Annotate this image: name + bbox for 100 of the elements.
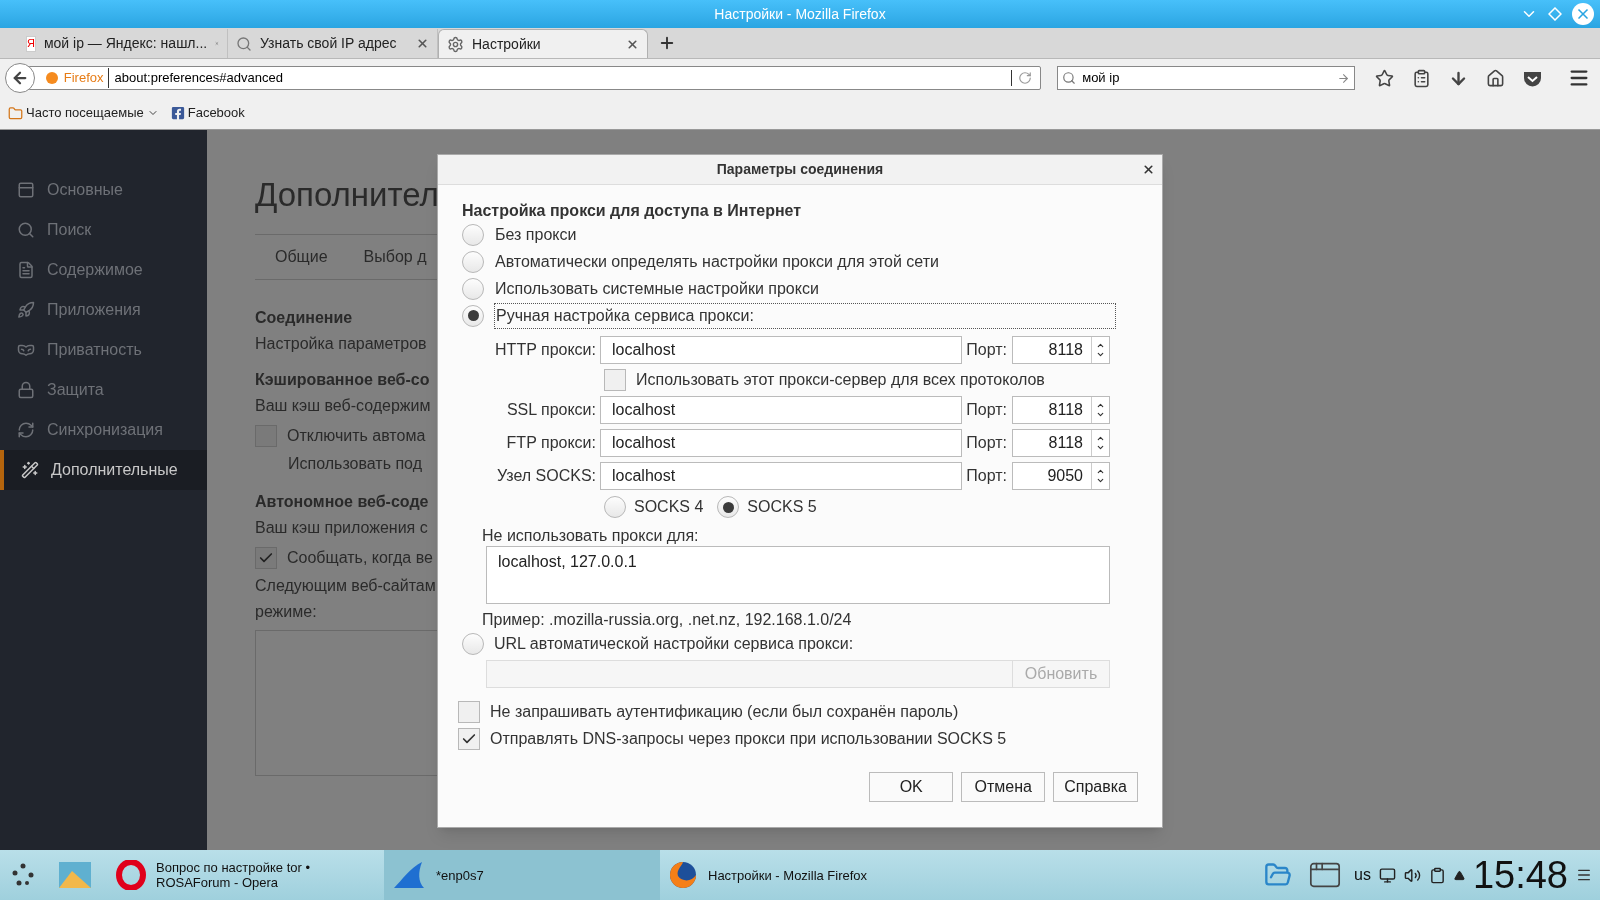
radio-button[interactable] [462, 304, 484, 327]
port-field[interactable]: 8118 [1012, 428, 1110, 457]
page-text: Ваш кэш веб-содержим [255, 395, 431, 416]
url-text: about:preferences#advanced [114, 69, 284, 88]
no-proxy-textarea[interactable]: localhost, 127.0.0.1 [486, 546, 1110, 604]
clipboard-icon[interactable] [1428, 866, 1446, 884]
section-heading: Настройка прокси для доступа в Интернет [462, 201, 802, 221]
checkbox-label: Отключить автома [287, 425, 426, 446]
bookmark-item[interactable]: Часто посещаемые [8, 103, 159, 123]
search-icon [1062, 71, 1077, 85]
host-field[interactable]: localhost [600, 395, 962, 424]
checkbox[interactable] [458, 700, 480, 723]
bookmark-item[interactable]: Facebook [170, 103, 245, 123]
checkbox[interactable] [255, 546, 277, 569]
volume-icon[interactable] [1403, 866, 1421, 884]
port-field[interactable]: 9050 [1012, 461, 1110, 490]
port-field[interactable]: 8118 [1012, 395, 1110, 424]
field-label: Порт: [965, 399, 1008, 420]
search-icon [236, 35, 252, 52]
document-icon [17, 261, 35, 279]
close-tab-icon[interactable] [416, 37, 429, 50]
identity-label: Firefox [63, 68, 109, 88]
keyboard-layout[interactable]: us [1354, 863, 1371, 887]
radio-button[interactable] [462, 250, 484, 273]
dialog-button[interactable]: Отмена [961, 772, 1046, 802]
lock-icon [17, 381, 35, 399]
url-field[interactable] [486, 660, 1013, 688]
host-field[interactable]: localhost [600, 335, 962, 364]
taskbar-task[interactable]: Вопрос по настройке tor • ROSAForum - Opera [108, 850, 384, 900]
close-tab-icon[interactable] [626, 37, 639, 51]
browser-tab[interactable]: Я мой ip — Яндекс: нашл... [18, 29, 228, 58]
maximize-button[interactable] [1548, 7, 1562, 21]
close-icon [1575, 6, 1591, 22]
expand-tray-icon[interactable] [1453, 869, 1465, 881]
close-button[interactable] [1142, 163, 1155, 176]
field-label: Узел SOCKS: [495, 465, 597, 486]
radio-button[interactable] [462, 632, 484, 655]
tab-title: Настройки [472, 34, 542, 54]
host-field[interactable]: localhost [600, 428, 962, 457]
firefox-icon [668, 860, 698, 890]
checkbox-label: Отправлять DNS-запросы через прокси при использовании SOCKS 5 [490, 728, 1007, 749]
radio-button[interactable] [462, 277, 484, 300]
dialog-button[interactable]: OK [869, 772, 954, 802]
page-tab[interactable]: Общие [275, 244, 328, 269]
field-label: Порт: [965, 465, 1008, 486]
checkbox-label: Сообщать, когда ве [287, 547, 433, 568]
rocket-icon [17, 301, 35, 319]
new-tab-button[interactable] [658, 34, 676, 52]
radio-label: Ручная настройка сервиса прокси: [494, 302, 1116, 329]
checkbox[interactable] [604, 368, 626, 391]
field-label: HTTP прокси: [494, 339, 597, 360]
back-button[interactable] [5, 63, 35, 93]
radio-button[interactable] [462, 223, 484, 246]
field-label: SSL прокси: [505, 399, 597, 420]
clock[interactable]: 15:48 [1472, 856, 1568, 894]
page-heading: Дополнител [255, 175, 439, 215]
panel-menu-icon[interactable] [1576, 867, 1592, 883]
search-field[interactable]: мой ip [1057, 66, 1355, 90]
pocket-icon[interactable] [1523, 69, 1542, 87]
radio-button[interactable] [604, 496, 626, 518]
sidebar-item[interactable]: Дополнительные [0, 450, 207, 490]
tab-favicon: Я [26, 35, 36, 52]
wand-icon [21, 461, 39, 479]
radio-label: Автоматически определять настройки прокси для этой сети [494, 251, 940, 272]
port-field[interactable]: 8118 [1012, 335, 1110, 364]
field-label: FTP прокси: [505, 432, 597, 453]
address-bar[interactable]: Firefox about:preferences#advanced [28, 66, 1042, 90]
radio-label: Использовать системные настройки прокси [494, 278, 820, 299]
radio-label: SOCKS 5 [747, 497, 817, 517]
facebook-icon [170, 106, 185, 120]
radio-button[interactable] [717, 496, 740, 518]
taskbar-task[interactable]: Настройки - Mozilla Firefox [660, 850, 936, 900]
network-icon[interactable] [1378, 866, 1396, 884]
radio-label: URL автоматической настройки сервиса прокси: [494, 633, 854, 654]
browser-tab[interactable]: Настройки [438, 29, 648, 58]
page-text: режиме: [255, 601, 317, 622]
star-icon[interactable] [1375, 68, 1394, 88]
reading-list-icon[interactable] [1412, 68, 1431, 88]
field-label: Не использовать прокси для: [482, 526, 699, 546]
taskbar-task[interactable]: *enp0s7 [384, 850, 660, 900]
page-tab[interactable]: Выбор д [363, 244, 427, 269]
home-icon[interactable] [1486, 68, 1505, 88]
page-text: Настройка параметров [255, 333, 427, 354]
menu-icon[interactable] [1568, 67, 1590, 89]
checkbox[interactable] [458, 727, 480, 750]
dialog-button[interactable]: Справка [1053, 772, 1138, 802]
dialog-title: Параметры соединения [716, 160, 884, 179]
radio-label: SOCKS 4 [634, 497, 704, 517]
checkbox-label: Не запрашивать аутентификацию (если был сохранён пароль) [490, 701, 959, 722]
host-field[interactable]: localhost [600, 461, 962, 490]
go-arrow-icon[interactable] [1337, 71, 1350, 85]
field-label: Порт: [965, 432, 1008, 453]
reload-icon[interactable] [1018, 71, 1033, 85]
tab-title: мой ip — Яндекс: нашл... [43, 34, 208, 53]
launcher-icon[interactable] [10, 862, 36, 888]
checkbox-label: Использовать этот прокси-сервер для всех протоколов [636, 369, 1045, 390]
section-heading: Соединение [255, 307, 353, 328]
field-label: Порт: [965, 339, 1008, 360]
firefox-icon [45, 72, 58, 84]
gear-icon [447, 35, 464, 53]
